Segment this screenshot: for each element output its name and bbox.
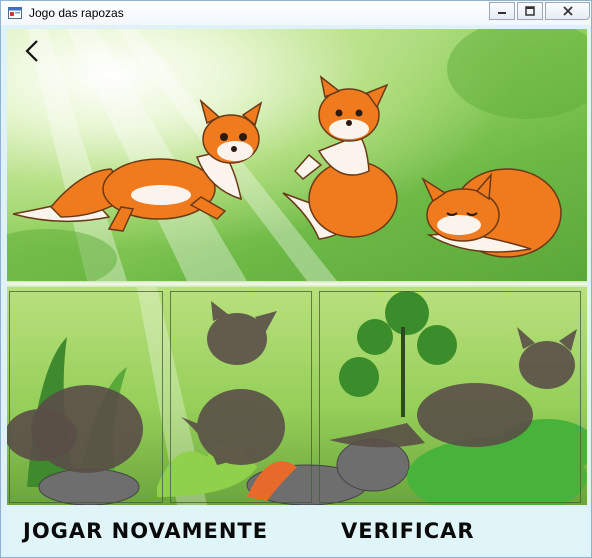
maximize-button[interactable]: [517, 2, 543, 20]
slot-2[interactable]: [170, 291, 312, 503]
back-arrow-icon[interactable]: [19, 37, 47, 65]
maximize-icon: [525, 6, 535, 16]
verify-button[interactable]: VERIFICAR: [341, 513, 475, 549]
slot-1[interactable]: [9, 291, 163, 503]
play-again-button[interactable]: JOGAR NOVAMENTE: [23, 513, 268, 549]
close-icon: [562, 6, 573, 16]
running-fox[interactable]: [11, 99, 266, 239]
game-window: Jogo das rapozas JOGAR NOVAMENTE VERIFIC…: [0, 0, 592, 558]
slot-3[interactable]: [319, 291, 581, 503]
minimize-icon: [498, 12, 506, 14]
sitting-fox[interactable]: [279, 75, 404, 243]
close-button[interactable]: [545, 2, 590, 20]
minimize-button[interactable]: [489, 2, 515, 20]
sleeping-fox[interactable]: [419, 161, 564, 261]
window-title: Jogo das rapozas: [29, 6, 124, 20]
app-window-icon: [8, 7, 22, 19]
title-bar: Jogo das rapozas: [1, 1, 591, 25]
